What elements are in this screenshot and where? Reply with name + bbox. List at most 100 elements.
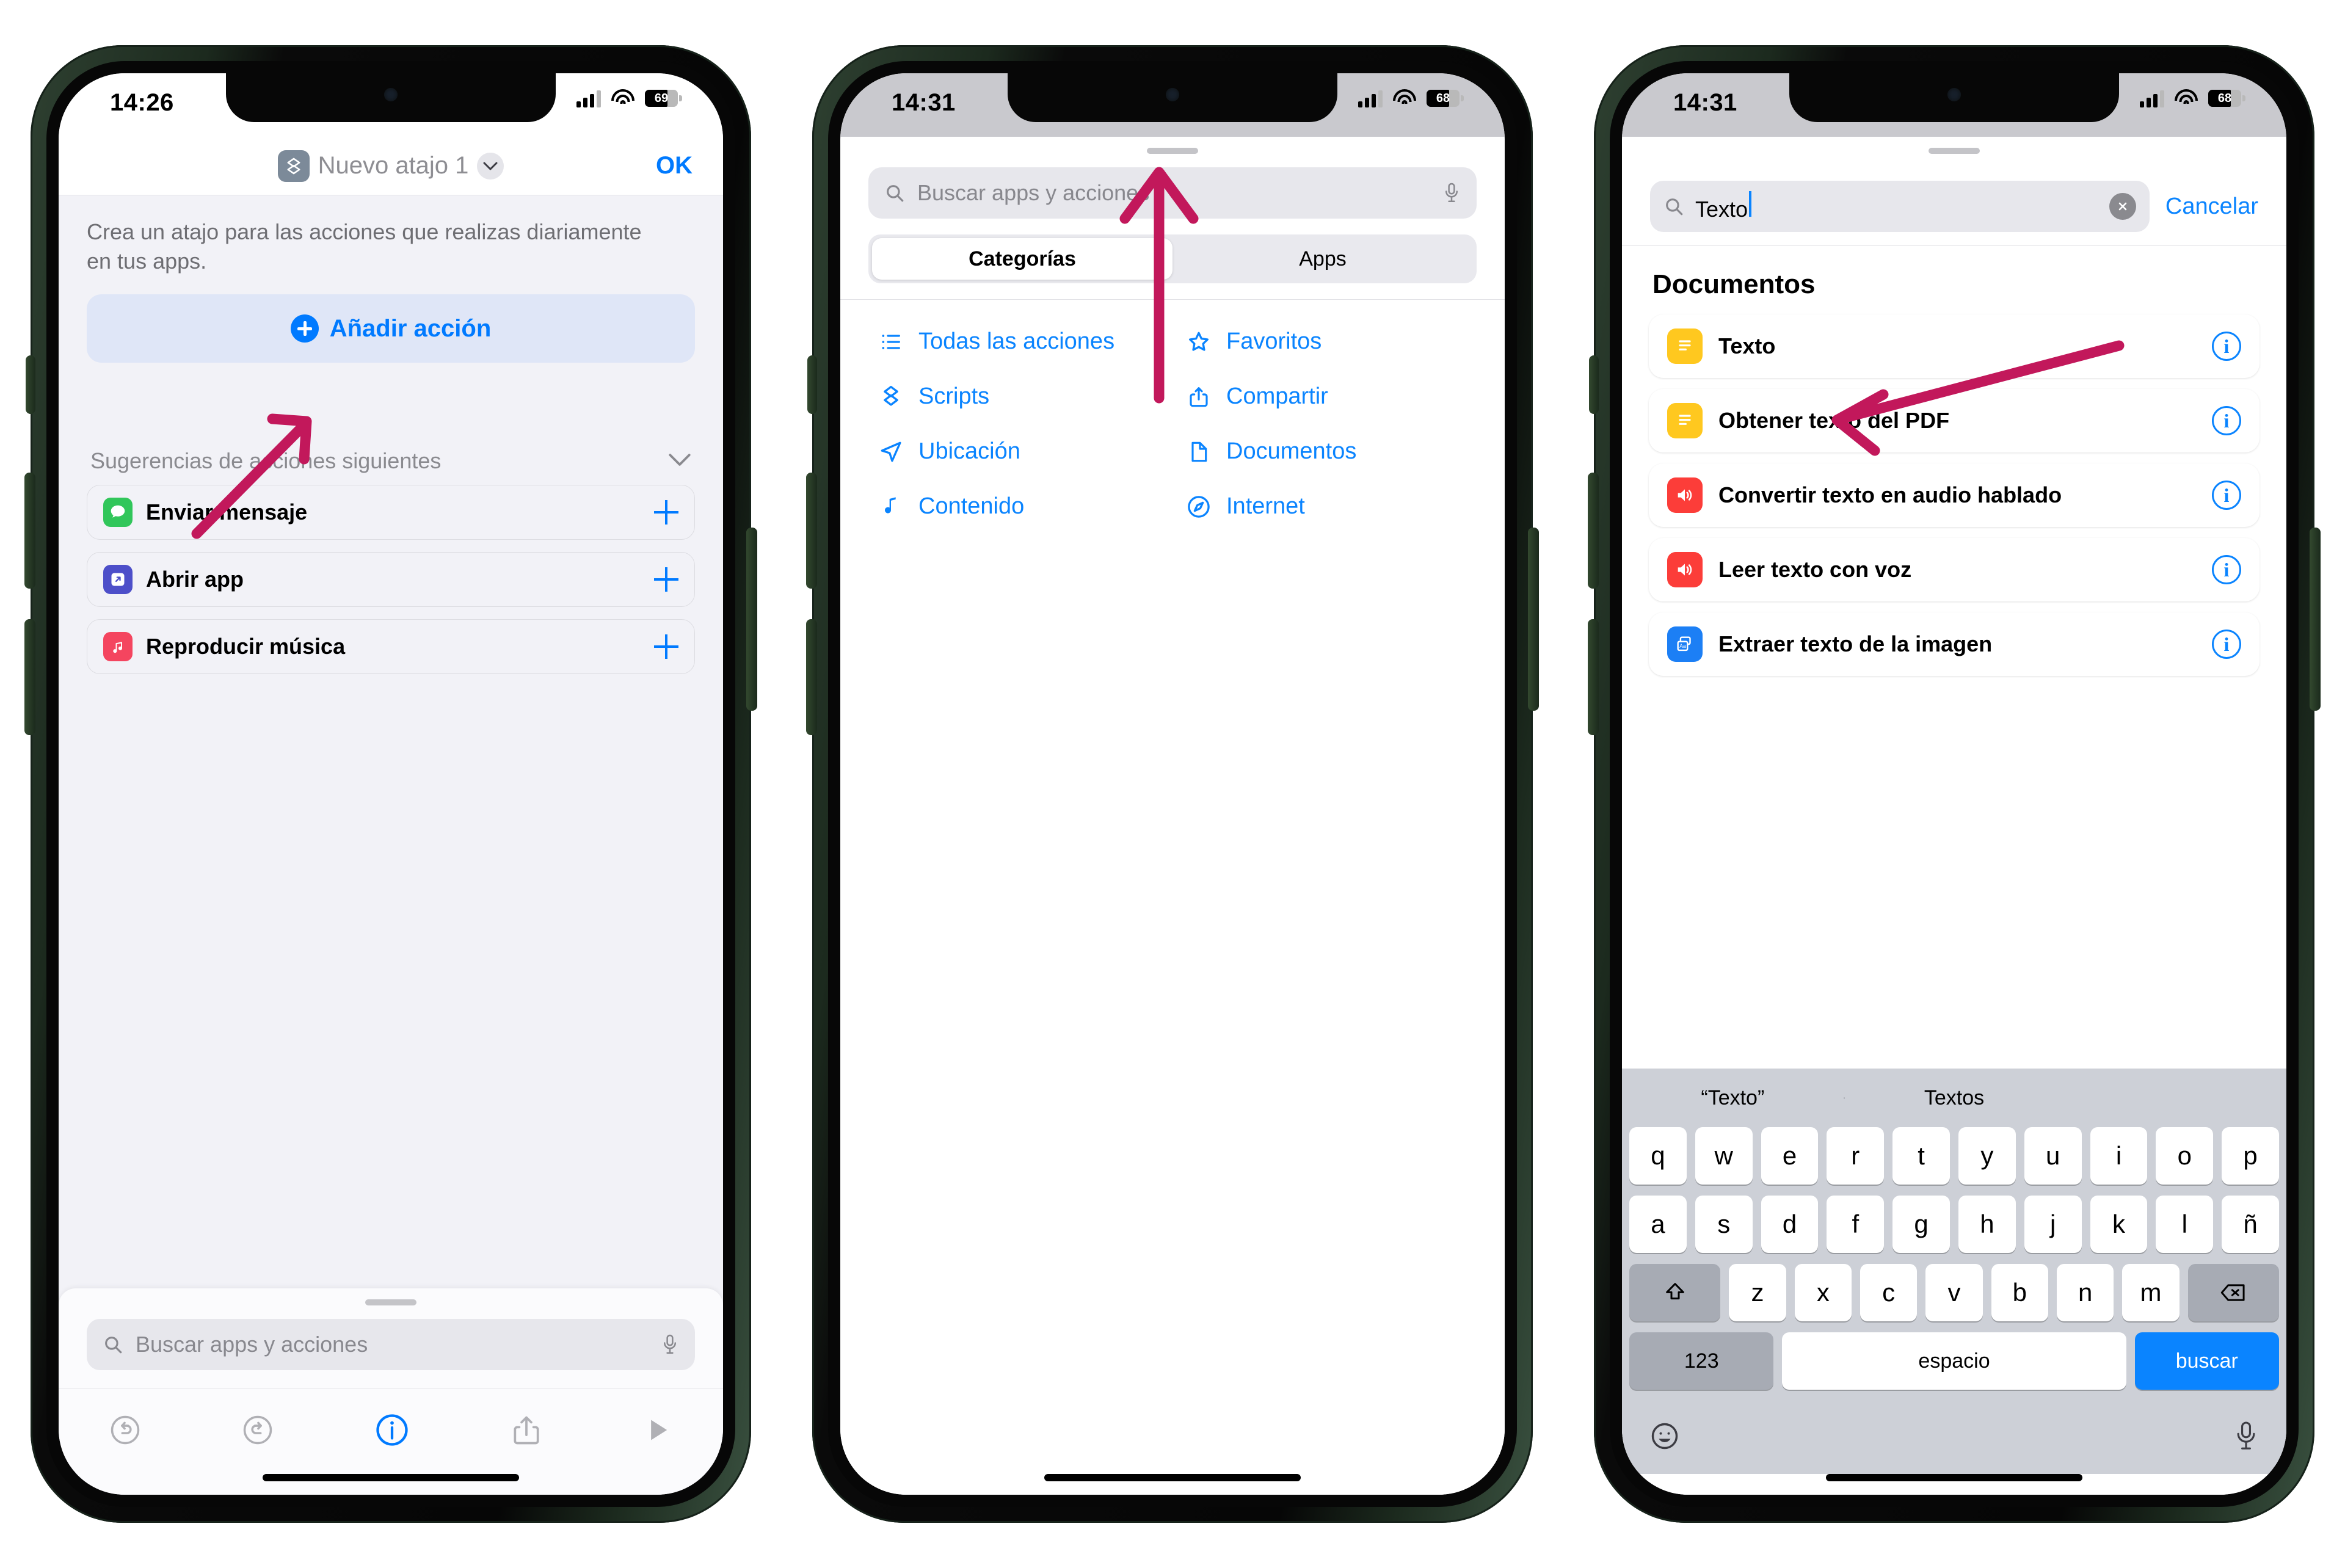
- home-indicator[interactable]: [263, 1474, 519, 1481]
- result-row-extraer-texto-imagen[interactable]: Aa Extraer texto de la imagen i: [1649, 612, 2260, 676]
- key-i[interactable]: i: [2090, 1127, 2148, 1185]
- key-k[interactable]: k: [2090, 1196, 2148, 1253]
- list-item[interactable]: Abrir app: [87, 552, 695, 608]
- list-item[interactable]: Reproducir música: [87, 619, 695, 675]
- shift-icon[interactable]: [1629, 1264, 1721, 1321]
- tab-apps[interactable]: Apps: [1172, 238, 1473, 280]
- sheet-grabber[interactable]: [1929, 148, 1980, 154]
- cancel-button[interactable]: Cancelar: [2165, 194, 2258, 220]
- volume-down-button[interactable]: [806, 619, 817, 735]
- key-r[interactable]: r: [1827, 1127, 1885, 1185]
- key-j[interactable]: j: [2024, 1196, 2082, 1253]
- sheet-grabber[interactable]: [365, 1299, 416, 1305]
- category-item-documentos[interactable]: Documentos: [1185, 438, 1468, 466]
- result-row-obtener-texto-pdf[interactable]: Obtener texto del PDF i: [1649, 389, 2260, 452]
- clear-circle-icon[interactable]: [2109, 193, 2136, 220]
- ok-button[interactable]: OK: [656, 152, 693, 180]
- info-icon[interactable]: i: [2212, 555, 2241, 584]
- list-item[interactable]: Enviar mensaje: [87, 485, 695, 540]
- info-icon[interactable]: i: [2212, 630, 2241, 659]
- share-icon[interactable]: [509, 1413, 544, 1450]
- category-item-favoritos[interactable]: Favoritos: [1185, 328, 1468, 356]
- shortcut-title-group[interactable]: Nuevo atajo 1: [277, 150, 504, 182]
- category-item-todas-las-acciones[interactable]: Todas las acciones: [877, 328, 1160, 356]
- search-input[interactable]: Buscar apps y acciones: [87, 1319, 695, 1370]
- category-item-scripts[interactable]: Scripts: [877, 383, 1160, 411]
- search-return-key[interactable]: buscar: [2134, 1332, 2280, 1390]
- tab-categorias[interactable]: Categorías: [872, 238, 1172, 280]
- key-h[interactable]: h: [1958, 1196, 2016, 1253]
- category-item-contenido[interactable]: Contenido: [877, 493, 1160, 521]
- backspace-icon[interactable]: [2187, 1264, 2279, 1321]
- power-button[interactable]: [2310, 528, 2321, 711]
- search-input[interactable]: Texto: [1650, 181, 2150, 232]
- key-b[interactable]: b: [1991, 1264, 2048, 1321]
- key-o[interactable]: o: [2156, 1127, 2214, 1185]
- search-input[interactable]: Buscar apps y acciones: [868, 167, 1477, 219]
- mute-switch[interactable]: [807, 355, 817, 414]
- status-indicators: 68: [2140, 89, 2245, 107]
- add-icon[interactable]: [654, 500, 678, 525]
- key-n[interactable]: n: [2056, 1264, 2114, 1321]
- sheet-grabber[interactable]: [1147, 148, 1198, 154]
- volume-up-button[interactable]: [1588, 473, 1599, 589]
- add-icon[interactable]: [654, 567, 678, 592]
- numbers-key[interactable]: 123: [1629, 1332, 1774, 1390]
- suggestion-item[interactable]: “Texto”: [1622, 1086, 1844, 1110]
- power-button[interactable]: [1528, 528, 1539, 711]
- key-l[interactable]: l: [2156, 1196, 2214, 1253]
- key-f[interactable]: f: [1827, 1196, 1885, 1253]
- space-key[interactable]: espacio: [1782, 1332, 2126, 1390]
- info-icon[interactable]: i: [2212, 481, 2241, 510]
- key-d[interactable]: d: [1761, 1196, 1819, 1253]
- mute-switch[interactable]: [1589, 355, 1599, 414]
- suggestion-item[interactable]: Textos: [1843, 1086, 2065, 1110]
- result-row-texto[interactable]: Texto i: [1649, 314, 2260, 378]
- category-item-internet[interactable]: Internet: [1185, 493, 1468, 521]
- microphone-icon[interactable]: [1442, 182, 1461, 204]
- document-icon: [1185, 438, 1213, 466]
- key-g[interactable]: g: [1892, 1196, 1950, 1253]
- info-icon[interactable]: [374, 1412, 410, 1451]
- key-q[interactable]: q: [1629, 1127, 1687, 1185]
- key-enye[interactable]: ñ: [2222, 1196, 2279, 1253]
- volume-up-button[interactable]: [806, 473, 817, 589]
- emoji-icon[interactable]: [1649, 1420, 1681, 1455]
- power-button[interactable]: [746, 528, 757, 711]
- result-row-convertir-texto-audio[interactable]: Convertir texto en audio hablado i: [1649, 463, 2260, 527]
- chevron-down-icon[interactable]: [477, 152, 504, 180]
- key-c[interactable]: c: [1860, 1264, 1918, 1321]
- key-z[interactable]: z: [1729, 1264, 1786, 1321]
- redo-icon[interactable]: [241, 1413, 275, 1450]
- undo-icon[interactable]: [108, 1413, 142, 1450]
- chevron-down-icon[interactable]: [668, 453, 691, 470]
- add-action-button[interactable]: Añadir acción: [87, 294, 695, 363]
- suggestions-header-row[interactable]: Sugerencias de acciones siguientes: [90, 448, 691, 474]
- key-p[interactable]: p: [2222, 1127, 2279, 1185]
- key-e[interactable]: e: [1761, 1127, 1819, 1185]
- volume-up-button[interactable]: [24, 473, 35, 589]
- add-icon[interactable]: [654, 634, 678, 659]
- volume-down-button[interactable]: [24, 619, 35, 735]
- key-v[interactable]: v: [1925, 1264, 1983, 1321]
- category-item-compartir[interactable]: Compartir: [1185, 383, 1468, 411]
- info-icon[interactable]: i: [2212, 406, 2241, 435]
- home-indicator[interactable]: [1044, 1474, 1301, 1481]
- play-icon[interactable]: [642, 1414, 674, 1449]
- result-row-leer-texto-con-voz[interactable]: Leer texto con voz i: [1649, 538, 2260, 601]
- info-icon[interactable]: i: [2212, 332, 2241, 361]
- microphone-icon[interactable]: [661, 1334, 679, 1356]
- key-a[interactable]: a: [1629, 1196, 1687, 1253]
- category-item-ubicacion[interactable]: Ubicación: [877, 438, 1160, 466]
- mute-switch[interactable]: [26, 355, 35, 414]
- volume-down-button[interactable]: [1588, 619, 1599, 735]
- key-y[interactable]: y: [1958, 1127, 2016, 1185]
- key-s[interactable]: s: [1695, 1196, 1753, 1253]
- key-x[interactable]: x: [1794, 1264, 1852, 1321]
- key-m[interactable]: m: [2122, 1264, 2180, 1321]
- key-w[interactable]: w: [1695, 1127, 1753, 1185]
- home-indicator[interactable]: [1826, 1474, 2082, 1481]
- key-t[interactable]: t: [1892, 1127, 1950, 1185]
- key-u[interactable]: u: [2024, 1127, 2082, 1185]
- microphone-icon[interactable]: [2233, 1420, 2260, 1455]
